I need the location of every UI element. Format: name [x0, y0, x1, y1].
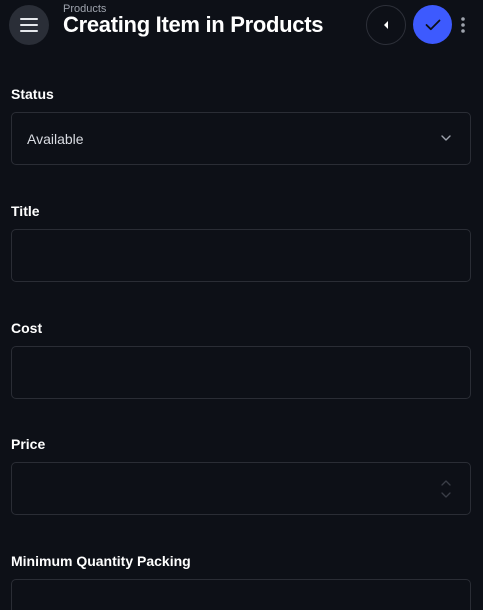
- number-spinner-icon[interactable]: [440, 477, 452, 501]
- check-icon: [425, 19, 440, 30]
- status-select-value: Available: [27, 131, 84, 147]
- price-field: Price: [11, 436, 471, 515]
- minimum-quantity-packing-label: Minimum Quantity Packing: [11, 553, 191, 569]
- page: Products Creating Item in Products Statu…: [0, 0, 483, 610]
- cost-label: Cost: [11, 320, 43, 336]
- app-header: Products Creating Item in Products: [0, 0, 483, 56]
- more-vertical-icon: [461, 17, 465, 33]
- price-label: Price: [11, 436, 46, 452]
- minimum-quantity-packing-input[interactable]: [11, 579, 471, 610]
- status-select[interactable]: Available: [11, 112, 471, 165]
- chevron-down-icon: [441, 135, 451, 141]
- save-button[interactable]: [413, 5, 452, 44]
- cost-input[interactable]: [11, 346, 471, 399]
- title-input[interactable]: [11, 229, 471, 282]
- status-label: Status: [11, 86, 54, 102]
- status-field: Status Available: [11, 86, 471, 165]
- back-button[interactable]: [366, 5, 406, 45]
- menu-button[interactable]: [9, 5, 49, 45]
- more-options-button[interactable]: [456, 12, 470, 38]
- menu-icon: [20, 18, 38, 32]
- title-label: Title: [11, 203, 40, 219]
- title-field: Title: [11, 203, 471, 282]
- cost-field: Cost: [11, 320, 471, 399]
- caret-left-icon: [384, 21, 388, 29]
- price-input[interactable]: [11, 462, 471, 515]
- page-title: Creating Item in Products: [63, 12, 324, 37]
- minimum-quantity-packing-field: Minimum Quantity Packing: [11, 553, 471, 610]
